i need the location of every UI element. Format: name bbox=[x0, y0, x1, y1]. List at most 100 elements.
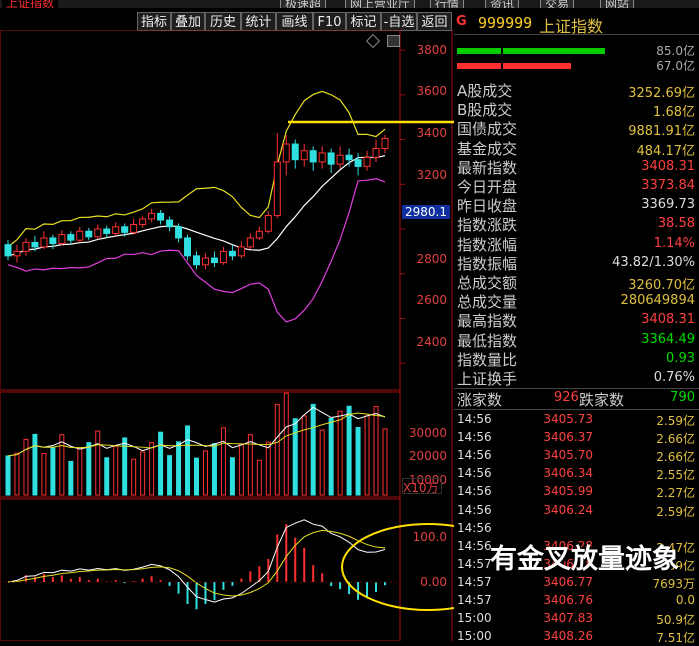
tick-volume: 2.66亿 bbox=[656, 432, 695, 447]
tick-volume: 2.59亿 bbox=[656, 504, 695, 519]
tab-quotes[interactable]: 行情 bbox=[430, 0, 465, 8]
candle-body bbox=[58, 234, 66, 245]
tick-time: 15:00 bbox=[457, 629, 492, 644]
tick-volume: 7693万 bbox=[652, 576, 695, 591]
stat-value: 43.82/1.30% bbox=[612, 254, 695, 270]
candle-body bbox=[354, 159, 362, 167]
candle-body bbox=[40, 237, 48, 248]
tick-volume: 2.66亿 bbox=[656, 450, 695, 465]
volume-ma10-line bbox=[7, 412, 386, 457]
candle-body bbox=[139, 218, 147, 226]
candle-body bbox=[148, 212, 156, 220]
tab-speed[interactable]: 极速超 bbox=[280, 0, 327, 8]
stat-label: 指数振幅 bbox=[457, 254, 518, 273]
sell-strength-value: 67.0亿 bbox=[656, 59, 695, 73]
candle-body bbox=[112, 226, 120, 234]
candle-body bbox=[264, 215, 272, 232]
statistics-button[interactable]: 统计 bbox=[241, 12, 276, 31]
advancers-label: 涨家数 bbox=[457, 391, 503, 409]
upper-band-line bbox=[7, 90, 386, 248]
macd-panel-frame bbox=[0, 498, 401, 641]
volume-bar bbox=[211, 443, 217, 496]
tick-time: 14:56 bbox=[457, 430, 492, 445]
tick-price: 3405.99 bbox=[543, 484, 593, 499]
volume-bar bbox=[68, 460, 74, 496]
stat-label: 最新指数 bbox=[457, 158, 518, 177]
candle-body bbox=[13, 250, 21, 257]
lower-band-line bbox=[7, 178, 386, 323]
tick-time: 14:56 bbox=[457, 484, 492, 499]
annotation-text: 有金叉放量迹象 bbox=[490, 544, 679, 575]
tab-trade[interactable]: 交易 bbox=[540, 0, 575, 8]
volume-bar bbox=[59, 434, 65, 496]
volume-bar bbox=[202, 450, 208, 496]
tick-volume: 2.27亿 bbox=[656, 486, 695, 501]
candle-body bbox=[193, 255, 200, 266]
volume-bar bbox=[194, 457, 199, 496]
candle-body bbox=[121, 226, 129, 233]
candle-body bbox=[345, 154, 353, 161]
candle-body bbox=[309, 150, 317, 163]
stat-value: 0.76% bbox=[653, 370, 695, 385]
candle-body bbox=[255, 230, 263, 239]
f10-button[interactable]: F10 bbox=[313, 12, 346, 31]
volume-bar bbox=[14, 452, 20, 496]
volume-bar bbox=[355, 427, 361, 496]
volume-bar bbox=[149, 442, 155, 496]
candle-body bbox=[22, 241, 30, 252]
history-button[interactable]: 历史 bbox=[205, 12, 241, 31]
volume-bar bbox=[77, 448, 83, 496]
add-watchlist-button[interactable]: -自选 bbox=[381, 12, 417, 31]
window-toggle-icon[interactable] bbox=[387, 35, 400, 47]
tick-volume: 50.9亿 bbox=[656, 613, 695, 628]
price-tick-label: 2800 bbox=[416, 252, 447, 266]
volume-tick-label: 30000 bbox=[408, 426, 447, 440]
stat-value: 0.93 bbox=[666, 350, 695, 366]
breadth-row: 涨家数 926 跌家数 790 bbox=[454, 388, 699, 410]
volume-bar bbox=[292, 418, 298, 496]
back-button[interactable]: 返回 bbox=[417, 12, 452, 31]
volume-bar bbox=[113, 445, 119, 496]
candle-body bbox=[228, 250, 236, 257]
volume-bar bbox=[382, 428, 388, 496]
volume-ma-line bbox=[7, 406, 386, 457]
volume-bar bbox=[104, 457, 110, 496]
price-tick-label: 2400 bbox=[416, 335, 447, 349]
window-title: 上证指数 bbox=[2, 0, 59, 8]
tick-price: 3405.73 bbox=[543, 412, 593, 426]
stat-value: 1.14% bbox=[653, 235, 695, 251]
volume-bar bbox=[5, 455, 11, 496]
stat-label: 基金成交 bbox=[457, 139, 518, 158]
tab-news[interactable]: 资讯 bbox=[485, 0, 520, 8]
mark-button[interactable]: 标记 bbox=[346, 12, 381, 31]
tick-price: 3406.24 bbox=[543, 502, 593, 517]
draw-line-button[interactable]: 画线 bbox=[276, 12, 313, 31]
overlay-button[interactable]: 叠加 bbox=[171, 12, 205, 31]
buy-strength-bar-a bbox=[457, 48, 501, 54]
candle-body bbox=[273, 161, 281, 217]
volume-bar bbox=[23, 438, 29, 496]
candle-body bbox=[4, 244, 12, 257]
stat-value: 3408.31 bbox=[641, 312, 695, 328]
volume-bar bbox=[238, 443, 244, 496]
volume-bar bbox=[41, 452, 47, 496]
stat-value: 3260.70亿 bbox=[628, 278, 695, 293]
stat-value: 38.58 bbox=[657, 216, 695, 232]
tick-price: 3406.76 bbox=[543, 593, 593, 607]
indicator-button[interactable]: 指标 bbox=[137, 12, 171, 31]
volume-bar bbox=[95, 430, 101, 496]
sell-strength-bar-a bbox=[457, 63, 501, 69]
tab-website[interactable]: 网站 bbox=[600, 0, 635, 8]
index-code: 999999 bbox=[478, 14, 533, 32]
tick-time: 14:56 bbox=[457, 448, 492, 463]
volume-bar bbox=[364, 415, 370, 496]
volume-bar bbox=[229, 457, 235, 496]
candle-body bbox=[237, 246, 245, 257]
tick-time: 14:56 bbox=[457, 538, 492, 553]
volume-bar bbox=[185, 425, 191, 496]
volume-bar bbox=[373, 406, 379, 496]
tab-online-hall[interactable]: 网上营业厅 bbox=[345, 0, 416, 8]
advancers-value: 926 bbox=[554, 390, 579, 405]
tick-time: 14:56 bbox=[457, 412, 492, 426]
tick-price: 3405.70 bbox=[543, 448, 593, 463]
